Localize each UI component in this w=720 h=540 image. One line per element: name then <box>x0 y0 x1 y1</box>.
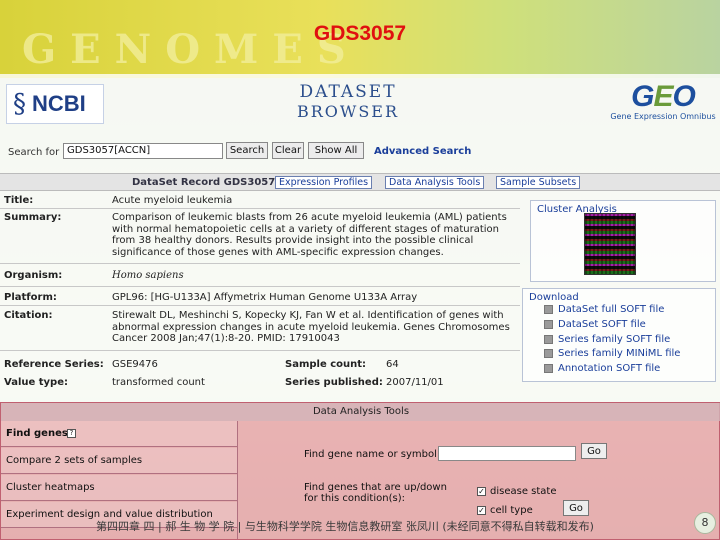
dataset-browser-line2: BROWSER <box>296 102 400 121</box>
slide-title: GDS3057 <box>313 22 407 45</box>
checkbox-label: cell type <box>490 505 533 516</box>
citation-label: Citation: <box>4 310 53 321</box>
search-input[interactable]: GDS3057[ACCN] <box>63 143 223 159</box>
divider <box>0 263 520 264</box>
citation-line[interactable]: abnormal expression changes in acute mye… <box>112 322 510 334</box>
checkbox-disease-state[interactable]: ✓ disease state <box>477 486 557 497</box>
download-item[interactable]: Series family SOFT file <box>544 334 670 345</box>
geo-logo-subtitle: Gene Expression Omnibus <box>610 112 716 121</box>
divider <box>0 208 520 209</box>
download-item-label: Annotation SOFT file <box>558 363 661 374</box>
checkbox-cell-type[interactable]: ✓ cell type <box>477 505 533 516</box>
find-updown-label: Find genes that are up/down <box>304 482 447 493</box>
download-item[interactable]: Series family MINiML file <box>544 348 680 359</box>
gene-name-input[interactable] <box>438 446 576 461</box>
find-gene-name-label: Find gene name or symbol: <box>304 449 441 460</box>
series-published-label: Series published: <box>285 377 383 388</box>
download-item-label: Series family MINiML file <box>558 348 681 359</box>
geo-logo[interactable]: GEO Gene Expression Omnibus <box>610 80 716 128</box>
go-button[interactable]: Go <box>563 500 589 516</box>
dna-helix-icon: § <box>13 89 26 119</box>
title-label: Title: <box>4 195 34 206</box>
cluster-heatmap-thumbnail[interactable] <box>584 213 636 275</box>
file-icon <box>544 320 553 329</box>
clear-button[interactable]: Clear <box>272 142 304 159</box>
tab-sample-subsets[interactable]: Sample Subsets <box>496 176 581 189</box>
summary-line: significance of those genes with AML-spe… <box>112 246 444 258</box>
checkbox-checked-icon: ✓ <box>477 487 486 496</box>
show-all-button[interactable]: Show All <box>308 142 364 159</box>
organism-value[interactable]: Homo sapiens <box>112 270 184 282</box>
checkbox-checked-icon: ✓ <box>477 506 486 515</box>
divider <box>0 286 520 287</box>
summary-line: Comparison of leukemic blasts from 26 ac… <box>112 212 507 223</box>
tool-cluster-heatmaps[interactable]: Cluster heatmaps <box>1 475 237 501</box>
divider <box>0 350 520 351</box>
platform-value[interactable]: GPL96: [HG-U133A] Affymetrix Human Genom… <box>112 292 417 304</box>
tab-expression-profiles[interactable]: Expression Profiles <box>275 176 373 189</box>
summary-label: Summary: <box>4 212 62 223</box>
sample-count-label: Sample count: <box>285 359 367 370</box>
value-type-value: transformed count <box>112 377 205 388</box>
search-label: Search for <box>8 147 60 158</box>
download-item[interactable]: DataSet full SOFT file <box>544 304 664 315</box>
record-title: DataSet Record GDS3057: <box>132 177 280 188</box>
file-icon <box>544 305 553 314</box>
ncbi-logo[interactable]: § NCBI <box>6 84 104 124</box>
geo-logo-mark: GEO <box>631 80 696 113</box>
checkbox-label: disease state <box>490 486 557 497</box>
slide-footer: 第四四章 四 | 郝 生 物 学 院 | 与生物科学学院 生物信息教研室 张凤川… <box>96 520 594 533</box>
ncbi-logo-text: NCBI <box>32 91 86 116</box>
citation-line[interactable]: Stirewalt DL, Meshinchi S, Kopecky KJ, F… <box>112 310 504 322</box>
platform-label: Platform: <box>4 292 57 303</box>
summary-line: from 38 healthy donors. Results provide … <box>112 235 474 246</box>
dataset-browser-logo: DATASET BROWSER <box>284 82 412 130</box>
go-button[interactable]: Go <box>581 443 607 459</box>
summary-line: with normal hematopoietic cells at a var… <box>112 223 499 235</box>
file-icon <box>544 335 553 344</box>
tool-find-genes[interactable]: Find genes <box>1 421 237 447</box>
help-icon[interactable]: ? <box>67 429 76 438</box>
title-value: Acute myeloid leukemia <box>112 195 233 206</box>
data-analysis-tools-title: Data Analysis Tools <box>1 403 720 421</box>
download-item[interactable]: DataSet SOFT file <box>544 319 646 330</box>
organism-label: Organism: <box>4 270 63 281</box>
dataset-browser-line1: DATASET <box>299 82 397 102</box>
find-updown-label: for this condition(s): <box>304 493 405 504</box>
divider <box>0 305 520 306</box>
reference-series-label: Reference Series: <box>4 359 104 370</box>
page-number: 8 <box>694 512 716 534</box>
series-published-value: 2007/11/01 <box>386 377 444 388</box>
value-type-label: Value type: <box>4 377 68 388</box>
search-button[interactable]: Search <box>226 142 268 159</box>
tab-data-analysis-tools[interactable]: Data Analysis Tools <box>385 176 485 189</box>
tool-compare-samples[interactable]: Compare 2 sets of samples <box>1 448 237 474</box>
file-icon <box>544 349 553 358</box>
download-item-label: DataSet full SOFT file <box>558 304 665 315</box>
download-title: Download <box>529 292 579 303</box>
download-item-label: DataSet SOFT file <box>558 319 646 330</box>
advanced-search-link[interactable]: Advanced Search <box>374 146 471 157</box>
record-header: DataSet Record GDS3057: Expression Profi… <box>0 173 720 191</box>
download-item-label: Series family SOFT file <box>558 334 671 345</box>
file-icon <box>544 364 553 373</box>
sample-count-value: 64 <box>386 359 399 370</box>
reference-series-value[interactable]: GSE9476 <box>112 359 158 371</box>
citation-line[interactable]: Cancer 2008 Jan;47(1):8-20. PMID: 179100… <box>112 333 340 345</box>
download-item[interactable]: Annotation SOFT file <box>544 363 660 374</box>
